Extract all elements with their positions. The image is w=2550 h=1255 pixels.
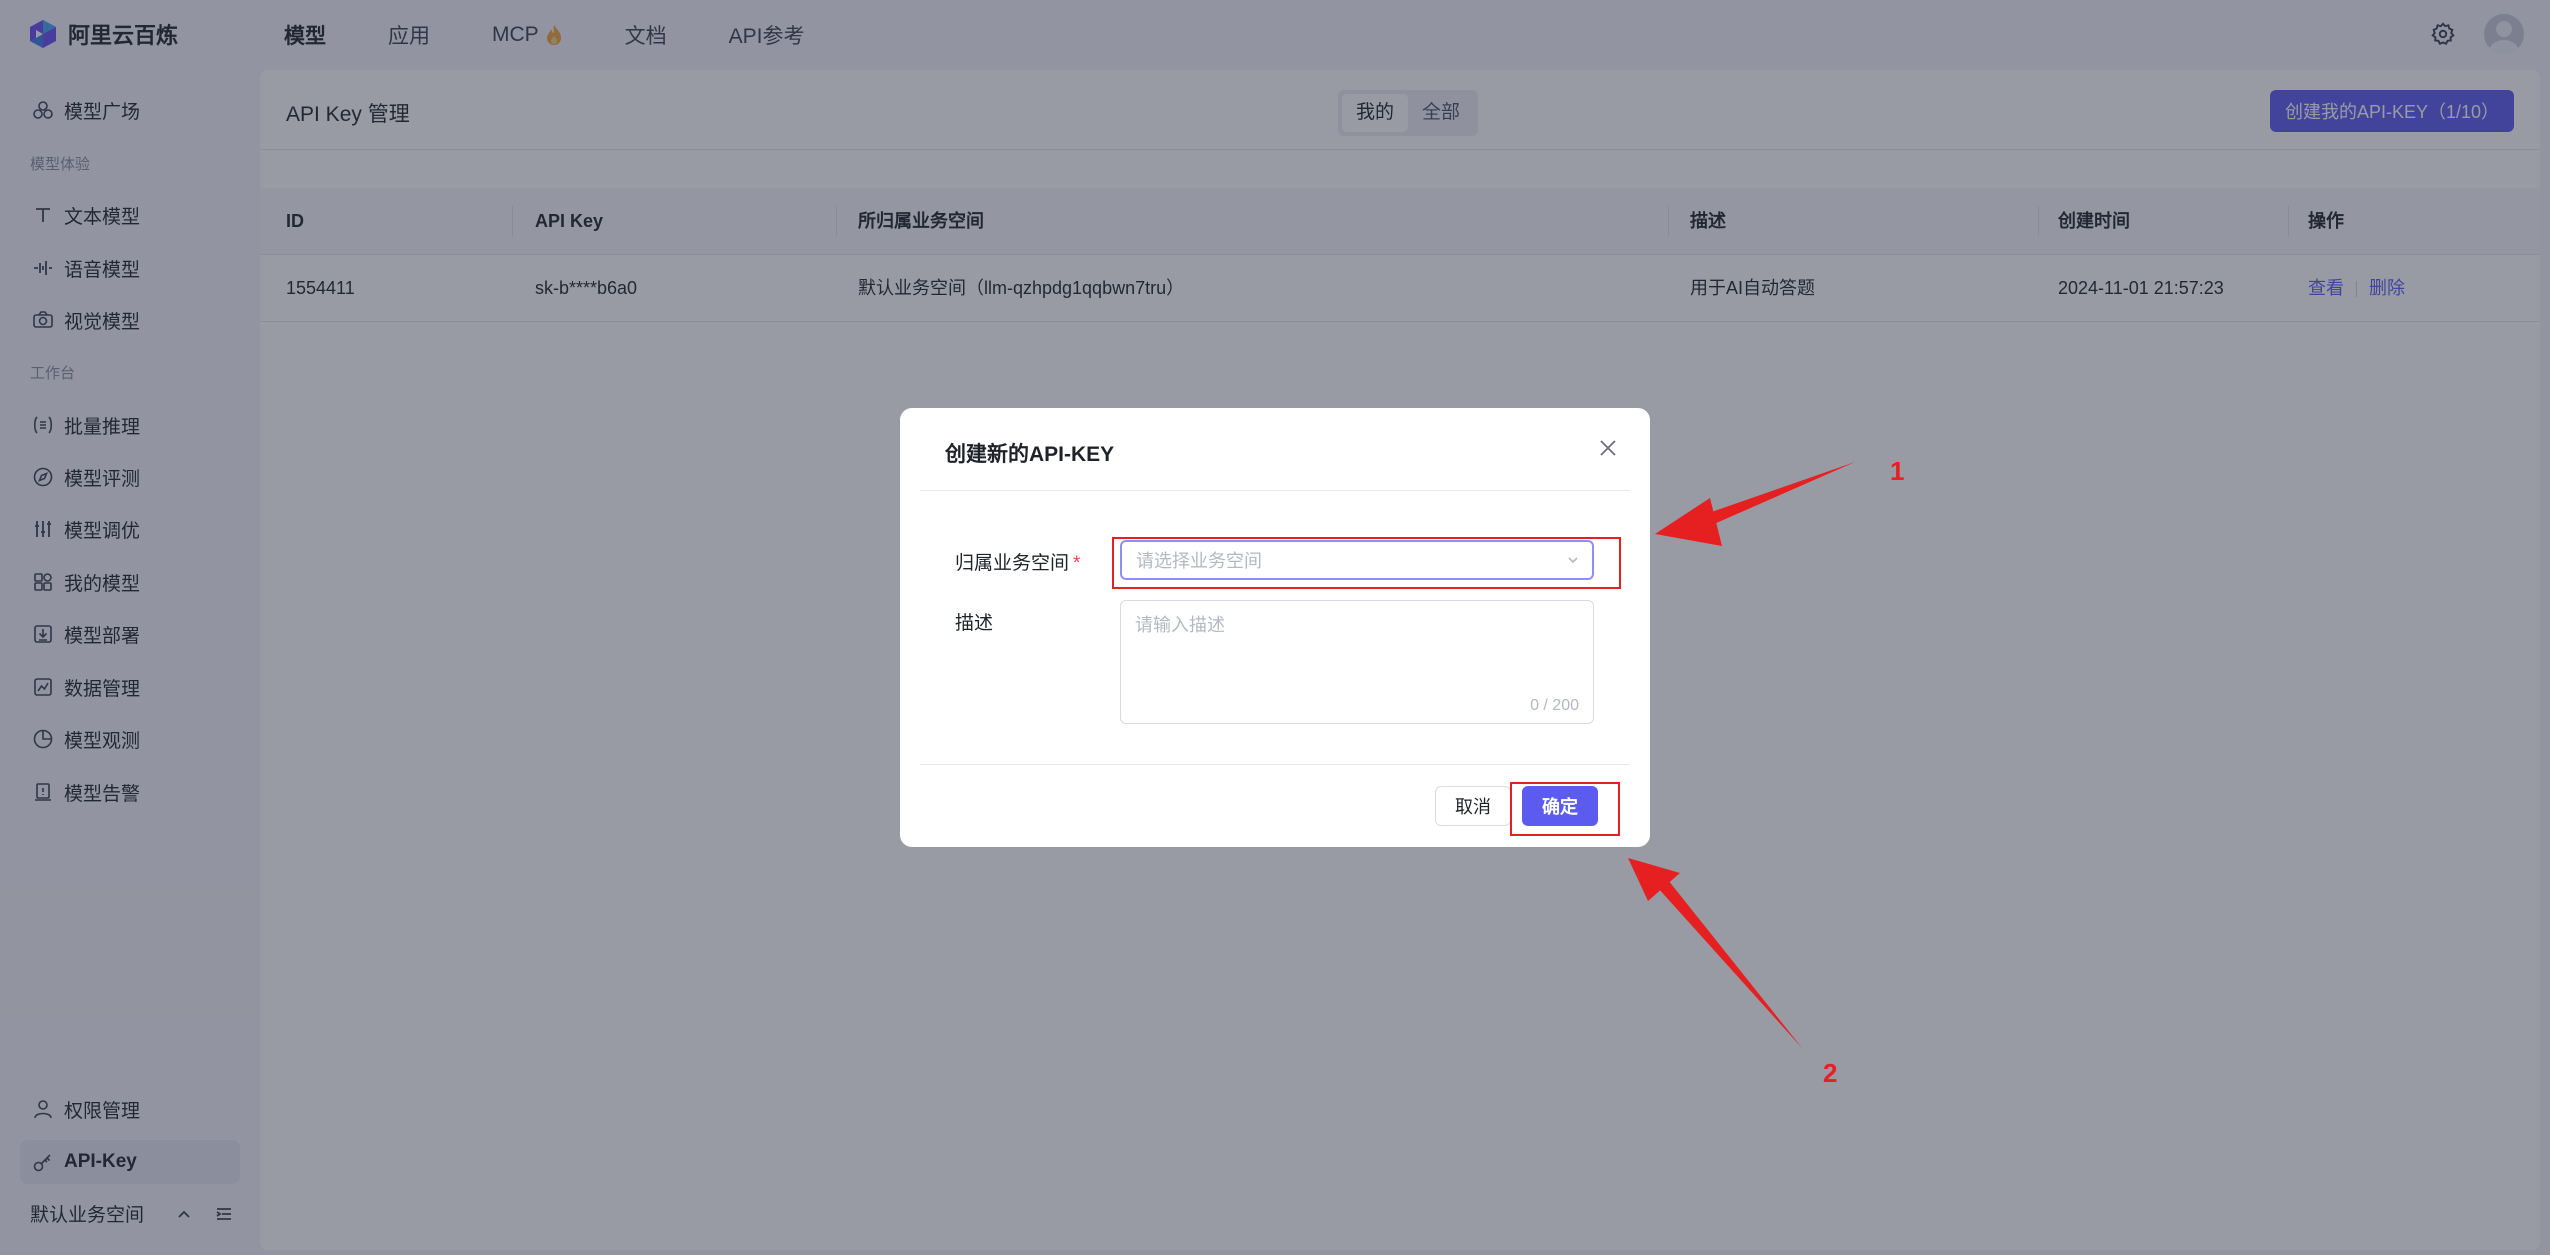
dialog-divider [920, 490, 1630, 491]
annotation-label-2: 2 [1823, 1058, 1838, 1088]
annotation-label-1: 1 [1890, 456, 1905, 486]
annotation-highlight-workspace [1112, 537, 1621, 589]
dialog-title: 创建新的API-KEY [945, 443, 1115, 466]
workspace-label-text: 归属业务空间 [955, 553, 1070, 574]
annotation-highlight-confirm [1510, 782, 1620, 836]
description-textarea[interactable]: 请输入描述 0 / 200 [1120, 600, 1594, 724]
description-placeholder: 请输入描述 [1135, 615, 1225, 635]
required-mark: * [1073, 553, 1081, 574]
close-icon[interactable] [1598, 438, 1618, 458]
cancel-button[interactable]: 取消 [1435, 786, 1511, 826]
description-field-label: 描述 [955, 613, 994, 634]
dialog-footer-divider [920, 764, 1630, 765]
char-counter: 0 / 200 [1530, 697, 1579, 714]
workspace-field-label: 归属业务空间 * [955, 548, 1080, 575]
